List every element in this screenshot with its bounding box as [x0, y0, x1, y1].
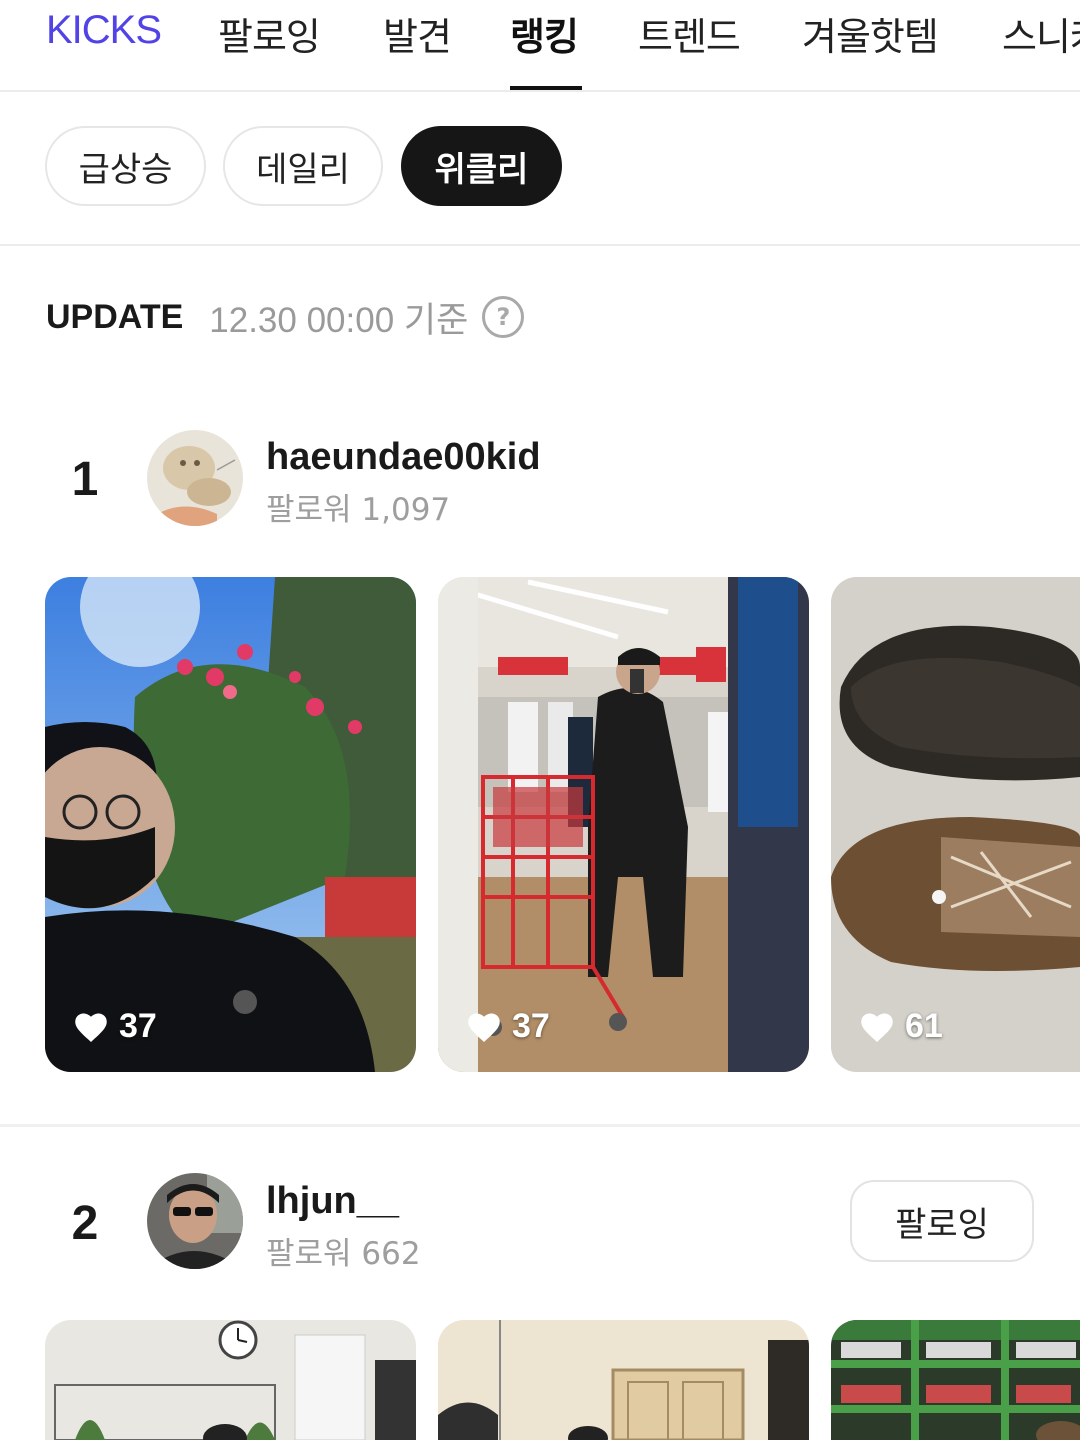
post-thumbnail[interactable]: 37: [438, 577, 809, 1072]
like-count: 61: [859, 1007, 943, 1046]
period-filter-row: 급상승 데일리 위클리: [0, 92, 1080, 246]
chip-rising[interactable]: 급상승: [45, 126, 206, 206]
update-time: 12.30 00:00 기준: [209, 300, 469, 340]
like-count: 37: [73, 1007, 157, 1046]
tab-discover[interactable]: 발견: [383, 6, 452, 61]
post-thumbnail[interactable]: 61: [831, 577, 1080, 1072]
top-tab-bar: KICKS 팔로잉 발견 랭킹 트렌드 겨울핫템 스니커: [0, 0, 1080, 92]
follower-count: 팔로워 662: [266, 1236, 421, 1272]
tab-sneakers[interactable]: 스니커: [1002, 6, 1080, 61]
update-info: UPDATE 12.30 00:00 기준 ?: [46, 294, 525, 340]
tab-kicks[interactable]: KICKS: [46, 8, 162, 53]
help-icon[interactable]: ?: [482, 296, 525, 338]
post-thumbnail[interactable]: [831, 1320, 1080, 1440]
like-count-value: 37: [119, 1007, 157, 1045]
heart-icon: [468, 1013, 500, 1042]
avatar[interactable]: [147, 1173, 243, 1269]
tab-trend[interactable]: 트렌드: [638, 6, 741, 61]
chip-weekly[interactable]: 위클리: [401, 126, 562, 206]
avatar[interactable]: [147, 430, 243, 526]
chip-daily[interactable]: 데일리: [223, 126, 383, 206]
like-count-value: 61: [905, 1007, 943, 1045]
update-label: UPDATE: [46, 297, 184, 336]
like-count-value: 37: [512, 1007, 550, 1045]
rank-number: 1: [71, 453, 99, 506]
post-thumbnail[interactable]: 37: [45, 577, 416, 1072]
active-tab-indicator: [510, 86, 582, 90]
username[interactable]: haeundae00kid: [266, 436, 541, 479]
tab-winter-hot-items[interactable]: 겨울핫템: [802, 6, 939, 61]
post-thumbnail[interactable]: [438, 1320, 809, 1440]
rank-number: 2: [71, 1197, 99, 1250]
heart-icon: [861, 1013, 893, 1042]
tab-ranking[interactable]: 랭킹: [510, 6, 579, 61]
follower-count: 팔로워 1,097: [266, 492, 451, 528]
heart-icon: [75, 1013, 107, 1042]
tab-following[interactable]: 팔로잉: [218, 6, 321, 61]
like-count: 37: [466, 1007, 550, 1046]
section-divider: [0, 1124, 1080, 1127]
post-thumbnail[interactable]: [45, 1320, 416, 1440]
following-button[interactable]: 팔로잉: [850, 1180, 1034, 1262]
username[interactable]: lhjun__: [266, 1180, 399, 1223]
